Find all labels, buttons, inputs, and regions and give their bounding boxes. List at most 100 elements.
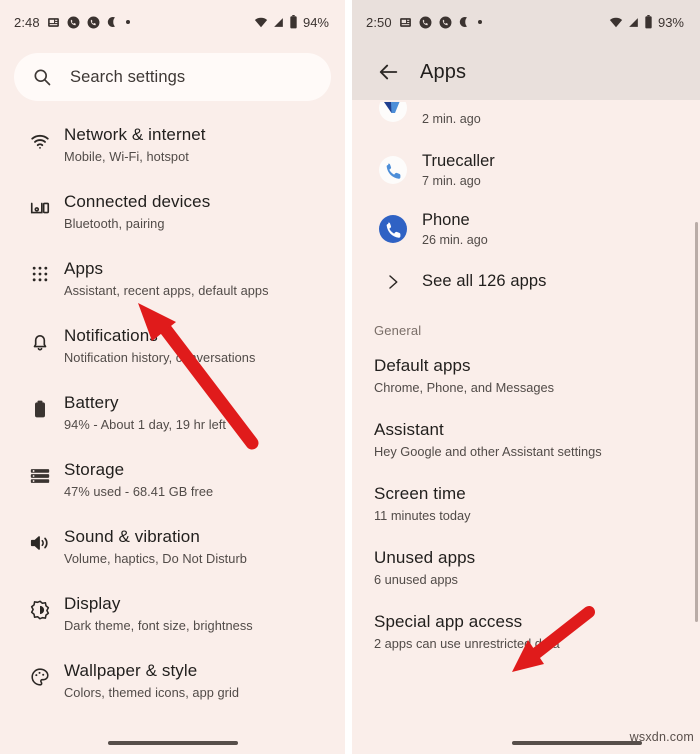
brightness-icon [18, 593, 62, 621]
general-item-title: Assistant [374, 420, 444, 439]
settings-item-wallpaper[interactable]: Wallpaper & style Colors, themed icons, … [0, 647, 345, 714]
right-status-bar: 2:50 93% [352, 0, 700, 44]
signal-icon [272, 16, 285, 29]
general-item-title: Special app access [374, 612, 523, 631]
settings-item-sound[interactable]: Sound & vibration Volume, haptics, Do No… [0, 513, 345, 580]
app-bar-region: 2:50 93% Apps [352, 0, 700, 100]
recent-app-time: 7 min. ago [422, 174, 481, 188]
storage-icon [18, 459, 62, 487]
settings-item-subtitle: Dark theme, font size, brightness [64, 618, 253, 633]
battery-percent: 94% [302, 14, 329, 30]
chevron-right-icon [372, 273, 414, 291]
general-item-default-apps[interactable]: Default apps Chrome, Phone, and Messages [352, 344, 700, 408]
settings-item-title: Connected devices [64, 192, 211, 211]
settings-list: Network & internet Mobile, Wi-Fi, hotspo… [0, 101, 345, 714]
search-settings-bar[interactable]: Search settings [14, 53, 331, 101]
settings-item-title: Battery [64, 393, 119, 412]
recent-app-row[interactable]: 2 min. ago [352, 100, 700, 140]
settings-item-title: Wallpaper & style [64, 661, 198, 680]
battery-percent: 93% [657, 14, 684, 30]
left-status-bar: 2:48 94% [0, 0, 345, 44]
see-all-apps-label: See all 126 apps [422, 272, 547, 290]
wifi-icon [18, 124, 62, 152]
battery-icon [289, 15, 298, 29]
dot-icon [477, 20, 482, 24]
settings-item-display[interactable]: Display Dark theme, font size, brightnes… [0, 580, 345, 647]
settings-item-subtitle: 94% - About 1 day, 19 hr left [64, 417, 226, 432]
bell-icon [18, 325, 62, 353]
search-placeholder: Search settings [70, 67, 186, 86]
settings-item-subtitle: Notification history, conversations [64, 350, 256, 365]
settings-item-subtitle: Bluetooth, pairing [64, 216, 165, 231]
recent-app-row[interactable]: Truecaller 7 min. ago [352, 140, 700, 199]
apps-content: 2 min. ago Truecaller 7 min. ago Phone 2… [352, 100, 700, 664]
app-logo-cut-icon [372, 102, 414, 132]
recent-app-row[interactable]: Phone 26 min. ago [352, 199, 700, 258]
news-icon [47, 16, 60, 29]
phone-app-icon [372, 214, 414, 244]
status-time: 2:50 [366, 14, 392, 30]
recent-app-name: Phone [422, 211, 470, 229]
battery-icon [18, 392, 62, 420]
settings-item-title: Apps [64, 259, 104, 278]
settings-item-subtitle: Volume, haptics, Do Not Disturb [64, 551, 247, 566]
settings-item-title: Sound & vibration [64, 527, 200, 546]
recent-app-time: 26 min. ago [422, 233, 488, 247]
settings-item-subtitle: Colors, themed icons, app grid [64, 685, 240, 700]
panel-divider [345, 0, 352, 754]
sound-icon [18, 526, 62, 554]
general-item-subtitle: 6 unused apps [374, 572, 458, 587]
settings-item-subtitle: Mobile, Wi-Fi, hotspot [64, 149, 189, 164]
general-item-unused-apps[interactable]: Unused apps 6 unused apps [352, 536, 700, 600]
call-icon [439, 16, 452, 29]
left-phone-screen: 2:48 94% Search settings Network & inter… [0, 0, 345, 754]
settings-item-subtitle: 47% used - 68.41 GB free [64, 484, 214, 499]
watermark: wsxdn.com [629, 730, 694, 744]
general-item-special-app-access[interactable]: Special app access 2 apps can use unrest… [352, 600, 700, 664]
settings-item-network[interactable]: Network & internet Mobile, Wi-Fi, hotspo… [0, 111, 345, 178]
page-title: Apps [420, 60, 467, 83]
section-header-general: General [374, 323, 422, 338]
status-time: 2:48 [14, 14, 40, 30]
wifi-icon [254, 15, 268, 29]
settings-item-subtitle: Assistant, recent apps, default apps [64, 283, 269, 298]
home-indicator [108, 741, 238, 745]
general-item-title: Unused apps [374, 548, 476, 567]
general-item-subtitle: Chrome, Phone, and Messages [374, 380, 554, 395]
settings-item-apps[interactable]: Apps Assistant, recent apps, default app… [0, 245, 345, 312]
settings-item-notifications[interactable]: Notifications Notification history, conv… [0, 312, 345, 379]
signal-icon [627, 16, 640, 29]
home-indicator [512, 741, 642, 745]
general-item-subtitle: 2 apps can use unrestricted data [374, 636, 560, 651]
recent-app-time: 2 min. ago [422, 111, 481, 126]
settings-item-title: Notifications [64, 326, 158, 345]
general-item-subtitle: 11 minutes today [374, 508, 471, 523]
back-arrow-icon[interactable] [366, 61, 412, 83]
see-all-apps-row[interactable]: See all 126 apps [352, 258, 700, 305]
moon-icon [107, 16, 119, 28]
settings-item-battery[interactable]: Battery 94% - About 1 day, 19 hr left [0, 379, 345, 446]
general-item-screen-time[interactable]: Screen time 11 minutes today [352, 472, 700, 536]
news-icon [399, 16, 412, 29]
settings-item-storage[interactable]: Storage 47% used - 68.41 GB free [0, 446, 345, 513]
call-icon [419, 16, 432, 29]
palette-icon [18, 660, 62, 688]
apps-grid-icon [18, 258, 62, 284]
truecaller-icon [372, 155, 414, 185]
general-item-title: Default apps [374, 356, 471, 375]
settings-item-title: Storage [64, 460, 125, 479]
settings-item-title: Display [64, 594, 121, 613]
apps-app-bar: Apps [352, 44, 700, 100]
general-item-assistant[interactable]: Assistant Hey Google and other Assistant… [352, 408, 700, 472]
battery-icon [644, 15, 653, 29]
vertical-scrollbar[interactable] [695, 222, 698, 622]
recent-app-name: Truecaller [422, 152, 495, 170]
connected-devices-icon [18, 191, 62, 219]
call-icon [67, 16, 80, 29]
settings-item-connected-devices[interactable]: Connected devices Bluetooth, pairing [0, 178, 345, 245]
wifi-icon [609, 15, 623, 29]
general-item-title: Screen time [374, 484, 466, 503]
dot-icon [125, 20, 130, 24]
dual-screenshot-container: 2:48 94% Search settings Network & inter… [0, 0, 700, 754]
settings-item-title: Network & internet [64, 125, 206, 144]
